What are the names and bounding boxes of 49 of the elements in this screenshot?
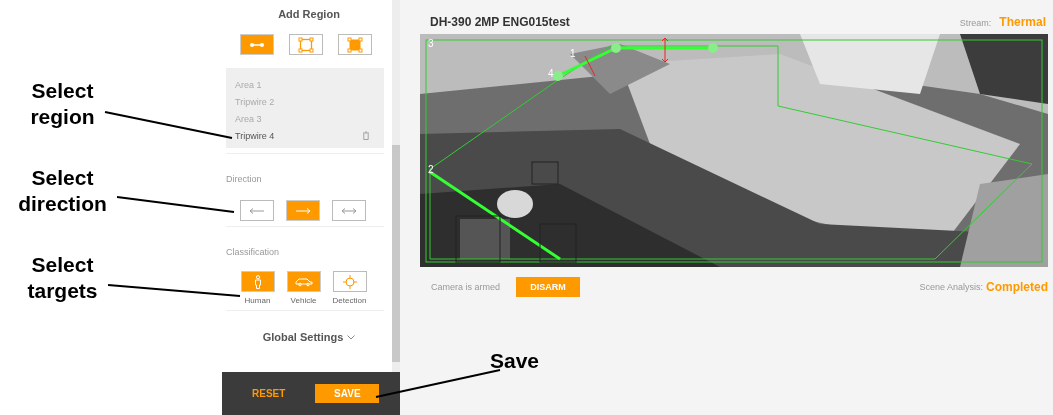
section-title: Add Region: [277, 7, 341, 20]
scrollbar-thumb[interactable]: [392, 145, 400, 362]
crosshair-icon: [342, 274, 357, 289]
human-target-button[interactable]: [240, 271, 275, 292]
polygon-icon: [298, 36, 314, 53]
callout-label: Select direction: [17, 165, 108, 217]
callout-label: Save: [490, 348, 540, 374]
car-icon: [294, 276, 313, 287]
armed-status: Camera is armed: [431, 282, 501, 292]
direction-button[interactable]: [286, 200, 320, 221]
left-arrow-icon: [249, 206, 265, 215]
region-item[interactable]: Area 1: [235, 76, 384, 93]
area-region-button[interactable]: [289, 34, 323, 55]
region-item[interactable]: Area 3: [235, 110, 384, 127]
tripwire-icon: [249, 40, 265, 49]
region-item[interactable]: Tripwire 2: [235, 93, 384, 110]
disarm-button[interactable]: DISARM: [516, 277, 581, 297]
analysis-label: Scene Analysis:: [919, 282, 983, 292]
analysis-status: Completed: [986, 280, 1048, 294]
global-settings-toggle[interactable]: Global Settings: [226, 311, 392, 343]
target-label: Detection: [332, 296, 367, 305]
person-icon: [252, 274, 263, 289]
callout-label: Select targets: [26, 252, 99, 304]
save-button[interactable]: SAVE: [315, 384, 380, 403]
stream-label: Stream:: [959, 18, 992, 28]
section-title: Classification: [226, 246, 281, 257]
region-number: 2: [428, 164, 434, 176]
region-number: 1: [570, 48, 576, 60]
direction-button[interactable]: [332, 200, 366, 221]
target-label: Vehicle: [290, 296, 317, 305]
region-number: 3: [428, 38, 434, 50]
filled-polygon-icon: [347, 36, 363, 53]
section-title: Direction: [226, 173, 263, 184]
region-number: 4: [548, 68, 554, 80]
trash-icon[interactable]: [362, 131, 370, 140]
target-label: Human: [244, 296, 271, 305]
filled-area-region-button[interactable]: [338, 34, 372, 55]
vehicle-target-button[interactable]: [286, 271, 321, 292]
direction-button[interactable]: [240, 200, 274, 221]
chevron-down-icon: [347, 334, 356, 340]
tripwire-region-button[interactable]: [240, 34, 274, 55]
right-arrow-icon: [295, 206, 311, 215]
detection-target-button[interactable]: [332, 271, 367, 292]
stream-value: Thermal: [999, 15, 1046, 29]
reset-button[interactable]: RESET: [252, 388, 286, 399]
callout-label: Select region: [29, 78, 96, 130]
region-item[interactable]: Tripwire 4: [235, 127, 384, 144]
double-arrow-icon: [341, 206, 357, 215]
camera-title: DH-390 2MP ENG015test: [430, 15, 570, 29]
